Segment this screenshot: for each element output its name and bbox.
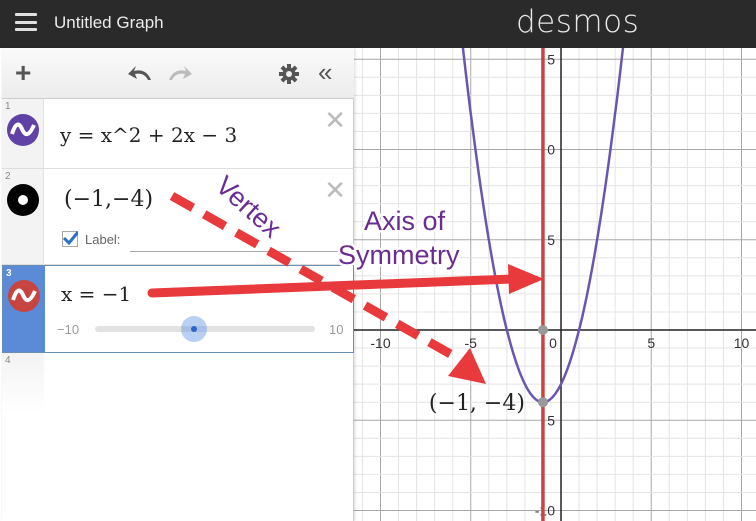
y-tick-label: 5	[547, 51, 555, 67]
expression-latex[interactable]: (−1,−4)	[64, 187, 153, 212]
gear-icon[interactable]	[278, 63, 300, 85]
expression-gutter: 1	[2, 99, 44, 168]
curve-icon[interactable]	[8, 280, 40, 312]
delete-expression-icon[interactable]: ✕	[324, 175, 346, 206]
top-bar: Untitled Graph desmos	[0, 0, 756, 48]
expression-row-1[interactable]: 1 y = x^2 + 2x − 3 ✕	[2, 99, 354, 169]
vertex-point	[537, 397, 548, 408]
expression-row-2[interactable]: 2 (−1,−4) ✕ Label:	[2, 169, 354, 265]
expression-gutter: 3	[3, 266, 45, 352]
expression-latex[interactable]: y = x^2 + 2x − 3	[60, 123, 237, 147]
x-intercept-point	[537, 325, 548, 335]
expression-latex[interactable]: x = −1	[61, 282, 131, 306]
expression-row-3[interactable]: 3 x = −1 −10 10	[2, 265, 354, 353]
label-checkbox-text: Label:	[85, 232, 121, 247]
hamburger-menu-icon[interactable]	[15, 13, 37, 31]
expression-gutter: 4	[2, 353, 44, 413]
label-checkbox[interactable]	[62, 231, 78, 247]
vertex-point-label: (−1, −4)	[429, 391, 525, 416]
expression-index: 1	[5, 101, 11, 112]
x-tick-label: -10	[370, 335, 390, 351]
expression-toolbar: + «	[2, 48, 354, 99]
expression-index: 3	[6, 268, 12, 279]
expression-index: 2	[5, 171, 11, 182]
curve-icon[interactable]	[7, 114, 39, 146]
graph-title[interactable]: Untitled Graph	[54, 13, 164, 33]
plus-icon[interactable]: +	[15, 57, 31, 89]
y-tick-label: 0	[547, 142, 555, 158]
desmos-logo: desmos	[516, 4, 640, 40]
delete-expression-icon[interactable]: ✕	[324, 105, 346, 136]
undo-icon[interactable]	[126, 62, 156, 84]
slider-handle[interactable]	[181, 316, 207, 342]
slider-max: 10	[329, 322, 344, 337]
collapse-panel-icon[interactable]: «	[318, 57, 332, 88]
expression-row-4[interactable]: 4	[2, 353, 354, 413]
label-input[interactable]	[130, 251, 340, 252]
x-tick-label: -5	[465, 335, 478, 351]
graph-canvas[interactable]: -10 -5 5 10 0 5 0 5 5 -10 (−1, −4)	[354, 48, 756, 521]
point-icon[interactable]	[7, 184, 39, 216]
slider-min: −10	[57, 322, 80, 337]
y-tick-label: -10	[535, 503, 555, 519]
expression-gutter: 2	[2, 169, 44, 264]
expression-panel: + « 1 y = x^2 + 2x − 3 ✕ 2 (−1,−4) ✕ Lab…	[2, 48, 354, 521]
y-tick-label: 5	[547, 412, 555, 428]
graph-svg[interactable]: -10 -5 5 10 0 5 0 5 5 -10 (−1, −4)	[354, 48, 756, 521]
y-tick-label: 5	[547, 232, 555, 248]
expression-index: 4	[5, 355, 11, 366]
x-tick-label: 5	[647, 335, 655, 351]
origin-label: 0	[549, 335, 557, 351]
redo-icon[interactable]	[164, 62, 194, 84]
x-tick-label: 10	[734, 335, 750, 351]
